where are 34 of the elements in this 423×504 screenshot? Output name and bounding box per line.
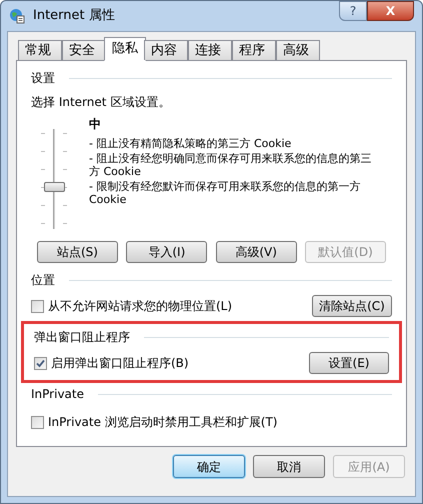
- window-title: Internet 属性: [33, 7, 115, 26]
- description-text: - 阻止没有精简隐私策略的第三方 Cookie: [89, 137, 292, 150]
- checkbox-label: 启用弹出窗口阻止程序(B): [51, 355, 189, 372]
- privacy-slider[interactable]: [39, 129, 69, 229]
- globe-icon: [9, 8, 25, 24]
- tab[interactable]: 高级: [276, 40, 320, 60]
- help-button[interactable]: ?: [339, 1, 367, 21]
- checkbox[interactable]: [31, 300, 44, 312]
- checkbox-label: 从不允许网站请求您的物理位置(L): [48, 298, 232, 315]
- button[interactable]: 设置(E): [309, 352, 389, 374]
- button[interactable]: 确定: [173, 455, 245, 478]
- description-text: - 阻止没有经您明确同意而保存可用来联系您的信息的第三方 Cookie: [89, 152, 372, 178]
- checkbox[interactable]: [31, 416, 44, 428]
- button[interactable]: 取消: [253, 455, 325, 478]
- button[interactable]: 高级(V): [216, 241, 297, 263]
- group-title: 弹出窗口阻止程序: [34, 329, 130, 346]
- tab[interactable]: 常规: [18, 40, 62, 60]
- tab[interactable]: 连接: [188, 40, 232, 60]
- button[interactable]: 导入(I): [126, 241, 208, 263]
- level-name: 中: [89, 116, 102, 133]
- slider-thumb[interactable]: [44, 182, 65, 192]
- tab[interactable]: 安全: [62, 40, 106, 60]
- button[interactable]: 清除站点(C): [312, 295, 392, 317]
- checkbox-label: InPrivate 浏览启动时禁用工具栏和扩展(T): [48, 414, 278, 431]
- prompt-text: 选择 Internet 区域设置。: [31, 94, 172, 111]
- tab[interactable]: 隐私: [104, 37, 146, 61]
- group-title: 位置: [31, 272, 55, 289]
- group-title: 设置: [31, 70, 55, 87]
- checkbox[interactable]: [34, 356, 47, 370]
- button[interactable]: 站点(S): [37, 241, 118, 263]
- description-text: - 限制没有经您默许而保存可用来联系您的信息的第一方 Cookie: [89, 180, 362, 206]
- tab[interactable]: 程序: [232, 40, 276, 60]
- group-title: InPrivate: [31, 386, 84, 403]
- tab[interactable]: 内容: [144, 40, 188, 60]
